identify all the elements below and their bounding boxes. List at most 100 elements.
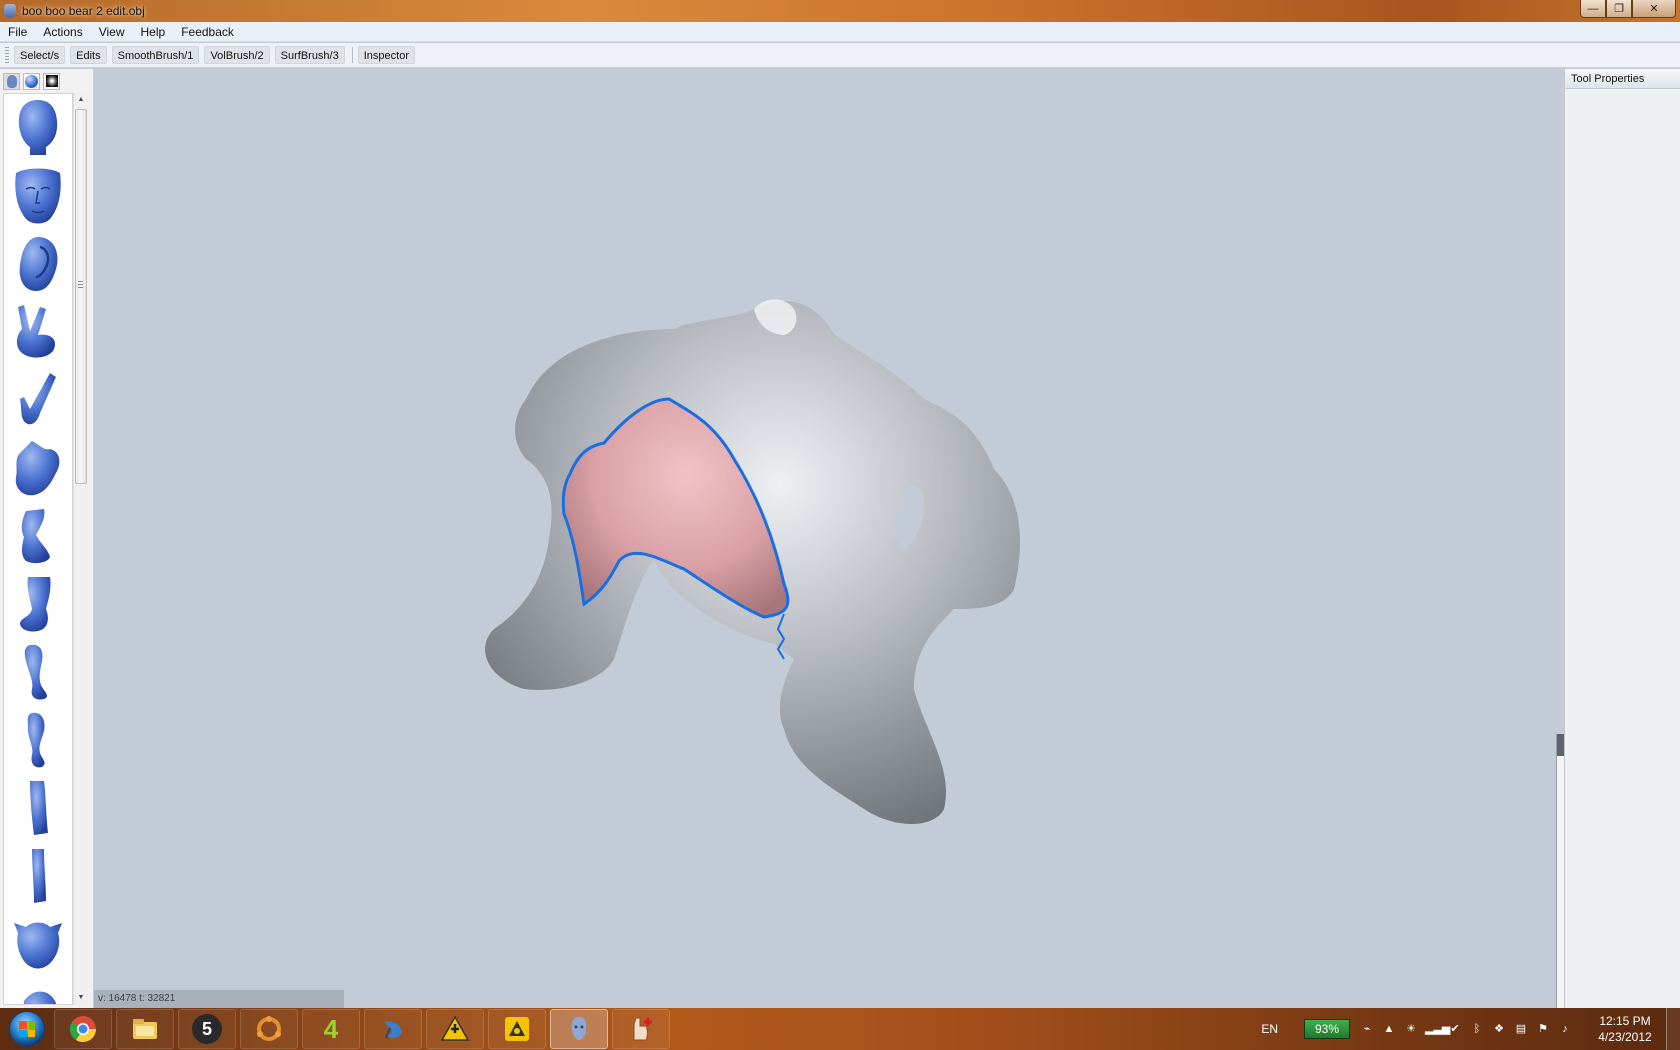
library-item-leg-straight[interactable]	[4, 774, 72, 842]
library-item-leg[interactable]	[4, 638, 72, 706]
app-4-icon: 4	[316, 1014, 346, 1044]
language-indicator[interactable]: EN	[1261, 1022, 1278, 1036]
head-icon	[6, 74, 17, 88]
library-item-head[interactable]	[4, 94, 72, 162]
scroll-grip	[78, 281, 83, 288]
volbrush-button[interactable]: VolBrush/2	[204, 46, 270, 64]
sun-icon[interactable]: ☀	[1403, 1021, 1419, 1037]
minimize-button[interactable]: —	[1580, 0, 1606, 18]
taskbar-ubuntu[interactable]	[240, 1009, 298, 1049]
tab-meshes[interactable]	[3, 72, 20, 90]
menu-file[interactable]: File	[0, 22, 35, 42]
network-icon[interactable]: ▤	[1513, 1021, 1529, 1037]
battery-indicator[interactable]: 93%	[1304, 1019, 1350, 1039]
taskbar-warning-app[interactable]	[426, 1009, 484, 1049]
library-tabs	[0, 69, 93, 93]
taskbar-chrome[interactable]	[54, 1009, 112, 1049]
taskbar-meshmixer[interactable]	[550, 1009, 608, 1049]
menu-view[interactable]: View	[91, 22, 133, 42]
taskbar-yellow-app[interactable]	[488, 1009, 546, 1049]
menu-help[interactable]: Help	[133, 22, 174, 42]
hand-point-thumb-icon	[20, 373, 56, 425]
library-item-leg-thin[interactable]	[4, 842, 72, 910]
library-item-hand-point[interactable]	[4, 366, 72, 434]
show-hidden-icons-icon[interactable]: ▲	[1381, 1021, 1397, 1037]
sphere-icon	[25, 74, 38, 88]
taskbar-hand-plus[interactable]	[612, 1009, 670, 1049]
taskbar-bird[interactable]	[364, 1009, 422, 1049]
toolbar: Select/s Edits SmoothBrush/1 VolBrush/2 …	[0, 43, 1680, 68]
window-controls: — ❐ ✕	[1580, 0, 1676, 18]
viewport-scrollbar[interactable]	[1556, 734, 1564, 1008]
viewport-scroll-knob[interactable]	[1557, 734, 1564, 756]
library-item-leg-bent[interactable]	[4, 706, 72, 774]
bird-icon	[378, 1014, 408, 1044]
security-icon[interactable]: ✔	[1447, 1021, 1463, 1037]
clock-date: 4/23/2012	[1598, 1030, 1652, 1044]
library-item-foot-side[interactable]	[4, 502, 72, 570]
window-title: boo boo bear 2 edit.obj	[22, 4, 145, 18]
library-panel: ▲ ▼	[0, 69, 94, 1008]
library-item-partial[interactable]	[4, 978, 72, 1004]
windows-orb-icon	[9, 1011, 45, 1047]
hand-victory-thumb-icon	[16, 305, 56, 358]
file-explorer-icon	[130, 1014, 160, 1044]
chrome-icon	[68, 1014, 98, 1044]
flag-icon[interactable]: ⚑	[1535, 1021, 1551, 1037]
inspector-button[interactable]: Inspector	[357, 46, 415, 64]
app-5-label: 5	[201, 1018, 212, 1039]
library-scrollbar[interactable]: ▲ ▼	[73, 93, 88, 1005]
app-5-icon: 5	[192, 1014, 222, 1044]
library-item-face[interactable]	[4, 162, 72, 230]
surfbrush-button[interactable]: SurfBrush/3	[274, 46, 345, 64]
menu-actions[interactable]: Actions	[35, 22, 90, 42]
select-button[interactable]: Select/s	[14, 46, 66, 64]
foot-angled-thumb-icon	[20, 577, 51, 632]
library-item-hand-victory[interactable]	[4, 298, 72, 366]
leg-bent-thumb-icon	[27, 712, 45, 768]
signal-icon[interactable]: ▂▃▅	[1425, 1021, 1450, 1037]
restore-button[interactable]: ❐	[1606, 0, 1632, 18]
square-icon	[45, 75, 58, 87]
taskbar-app-5[interactable]: 5	[178, 1009, 236, 1049]
cow-head-thumb-icon	[14, 922, 62, 969]
tab-materials[interactable]	[23, 72, 40, 90]
app-icon	[4, 4, 16, 18]
show-desktop-button[interactable]	[1666, 1008, 1680, 1050]
menu-bar: File Actions View Help Feedback	[0, 22, 1680, 42]
scroll-thumb[interactable]	[75, 109, 87, 484]
partial-thumb-icon	[23, 991, 57, 1004]
viewport-3d[interactable]: v: 16478 t: 32821	[94, 69, 1564, 1008]
library-item-hand-flat[interactable]	[4, 434, 72, 502]
scroll-up-arrow[interactable]: ▲	[74, 93, 88, 107]
taskbar-explorer[interactable]	[116, 1009, 174, 1049]
volume-icon[interactable]: ♪	[1557, 1021, 1573, 1037]
smoothbrush-button[interactable]: SmoothBrush/1	[111, 46, 200, 64]
ear-thumb-icon	[19, 236, 58, 291]
tool-properties-title: Tool Properties	[1565, 69, 1680, 89]
yellow-app-icon	[502, 1014, 532, 1044]
edits-button[interactable]: Edits	[70, 46, 107, 64]
clock[interactable]: 12:15 PM 4/23/2012	[1584, 1013, 1666, 1045]
dropbox-icon[interactable]: ❖	[1491, 1021, 1507, 1037]
clock-time: 12:15 PM	[1599, 1014, 1651, 1028]
title-bar: boo boo bear 2 edit.obj — ❐ ✕	[0, 0, 1680, 22]
scroll-down-arrow[interactable]: ▼	[74, 991, 88, 1005]
taskbar: 5 4 EN 93% ⌁ ▲ ☀ ▂▃▅ ✔ ᛒ ❖ ▤ ⚑ ♪ 12:15 P…	[0, 1008, 1680, 1050]
start-button[interactable]	[0, 1008, 54, 1050]
toolbar-separator	[351, 47, 353, 63]
menu-feedback[interactable]: Feedback	[173, 22, 242, 42]
library-item-cow-head[interactable]	[4, 910, 72, 978]
bluetooth-icon[interactable]: ᛒ	[1469, 1021, 1485, 1037]
leg-thin-thumb-icon	[32, 849, 46, 903]
library-item-foot-angled[interactable]	[4, 570, 72, 638]
taskbar-app-4[interactable]: 4	[302, 1009, 360, 1049]
hand-flat-thumb-icon	[15, 441, 60, 496]
library-item-ear[interactable]	[4, 230, 72, 298]
power-plug-icon[interactable]: ⌁	[1359, 1021, 1375, 1037]
ubuntu-ring-icon	[254, 1014, 284, 1044]
toolbar-grip[interactable]	[5, 47, 9, 63]
tab-stencils[interactable]	[43, 72, 60, 90]
sculpt-model[interactable]	[94, 69, 1564, 1008]
close-button[interactable]: ✕	[1632, 0, 1676, 18]
